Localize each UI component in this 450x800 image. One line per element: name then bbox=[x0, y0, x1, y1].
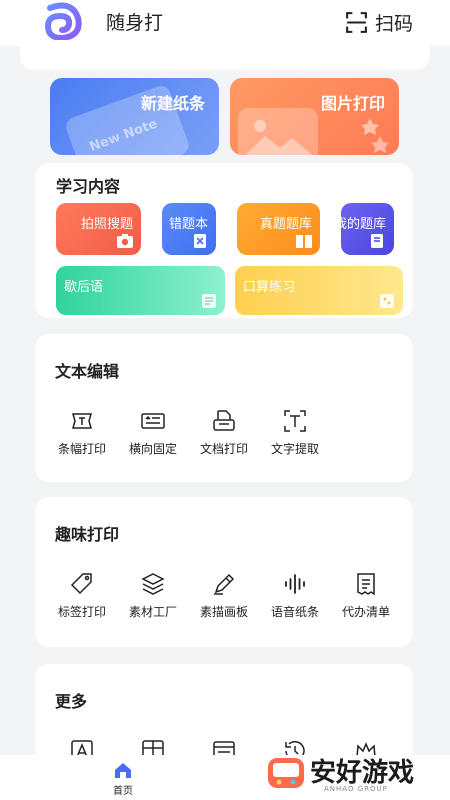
scan-icon bbox=[346, 11, 367, 33]
scan-button[interactable]: 扫码 bbox=[344, 7, 413, 37]
gamepad-logo-icon bbox=[268, 758, 304, 788]
photo-search-button[interactable]: 拍照搜题 bbox=[56, 203, 141, 255]
checklist-icon bbox=[357, 573, 375, 596]
image-print-button[interactable]: 图片打印 bbox=[230, 78, 399, 155]
section-title: 趣味打印 bbox=[55, 525, 120, 544]
chip-label: 歇后语 bbox=[64, 280, 104, 295]
section-title: 更多 bbox=[55, 692, 88, 711]
study-section: 学习内容 拍照搜题 错题本 真题题库 我的题库 歇后语 口算练习 bbox=[35, 163, 413, 318]
tool-label: 素描画板 bbox=[199, 605, 248, 619]
book-icon bbox=[296, 235, 312, 248]
new-note-label: 新建纸条 bbox=[140, 94, 205, 113]
xiehouyu-button[interactable]: 歇后语 bbox=[56, 266, 225, 315]
calculator-icon bbox=[380, 294, 394, 308]
tag-icon bbox=[70, 573, 92, 595]
label-print-button[interactable]: 标签打印 bbox=[46, 571, 118, 620]
home-icon bbox=[115, 763, 131, 778]
tab-home-label: 首页 bbox=[113, 786, 133, 797]
watermark: 安好游戏 ANHAO GROUP bbox=[266, 752, 442, 798]
notebook-icon bbox=[202, 294, 216, 308]
chip-label: 错题本 bbox=[168, 217, 208, 232]
fun-print-section: 趣味打印 标签打印 素材工厂 素描画板 语音纸条 代办清单 bbox=[35, 497, 413, 647]
landscape-fixed-button[interactable]: 横向固定 bbox=[117, 408, 189, 457]
text-extract-button[interactable]: 文字提取 bbox=[259, 408, 331, 457]
tab-home[interactable]: 首页 bbox=[105, 761, 141, 797]
watermark-text: 安好游戏 bbox=[310, 758, 415, 788]
tool-label: 代办清单 bbox=[341, 605, 390, 619]
my-bank-button[interactable]: 我的题库 bbox=[341, 203, 394, 255]
tool-label: 文字提取 bbox=[270, 442, 319, 456]
sound-wave-icon bbox=[285, 574, 305, 594]
todo-list-button[interactable]: 代办清单 bbox=[330, 571, 402, 620]
tool-label: 语音纸条 bbox=[270, 605, 319, 619]
material-factory-button[interactable]: 素材工厂 bbox=[117, 571, 189, 620]
document-print-icon bbox=[213, 410, 235, 431]
tool-label: 条幅打印 bbox=[57, 442, 106, 456]
document-print-button[interactable]: 文档打印 bbox=[188, 408, 260, 457]
chip-label: 拍照搜题 bbox=[80, 217, 133, 232]
pencil-icon bbox=[214, 573, 235, 595]
app-title: 随身打 bbox=[106, 12, 164, 34]
chip-label: 我的题库 bbox=[341, 217, 386, 232]
more-section: 更多 bbox=[35, 664, 413, 764]
study-title: 学习内容 bbox=[56, 177, 121, 196]
chip-label: 口算练习 bbox=[243, 280, 296, 295]
sketch-board-button[interactable]: 素描画板 bbox=[188, 571, 260, 620]
image-print-label: 图片打印 bbox=[320, 94, 385, 113]
tool-label: 素材工厂 bbox=[128, 605, 177, 619]
text-extract-icon bbox=[284, 410, 306, 432]
scan-label: 扫码 bbox=[375, 12, 414, 35]
app-logo-icon bbox=[44, 2, 82, 42]
landscape-text-icon bbox=[141, 413, 165, 429]
wrong-questions-button[interactable]: 错题本 bbox=[162, 203, 216, 255]
tool-label: 横向固定 bbox=[128, 442, 177, 456]
tool-label: 文档打印 bbox=[199, 442, 248, 456]
wrong-book-icon bbox=[194, 234, 206, 248]
edit-doc-icon bbox=[371, 234, 383, 248]
exam-bank-button[interactable]: 真题题库 bbox=[237, 203, 320, 255]
camera-icon bbox=[117, 234, 133, 248]
section-title: 文本编辑 bbox=[55, 362, 120, 381]
mental-math-button[interactable]: 口算练习 bbox=[235, 266, 403, 315]
banner-print-button[interactable]: 条幅打印 bbox=[46, 408, 118, 457]
tool-label: 标签打印 bbox=[57, 605, 106, 619]
new-note-button[interactable]: New Note 新建纸条 bbox=[50, 78, 219, 155]
layers-icon bbox=[141, 573, 165, 595]
watermark-subtext: ANHAO GROUP bbox=[324, 785, 388, 793]
text-edit-section: 文本编辑 条幅打印 横向固定 文档打印 文字提取 bbox=[35, 334, 413, 482]
voice-note-button[interactable]: 语音纸条 bbox=[259, 571, 331, 620]
banner-icon bbox=[72, 413, 92, 429]
chip-label: 真题题库 bbox=[259, 217, 312, 232]
header-card bbox=[20, 40, 430, 70]
